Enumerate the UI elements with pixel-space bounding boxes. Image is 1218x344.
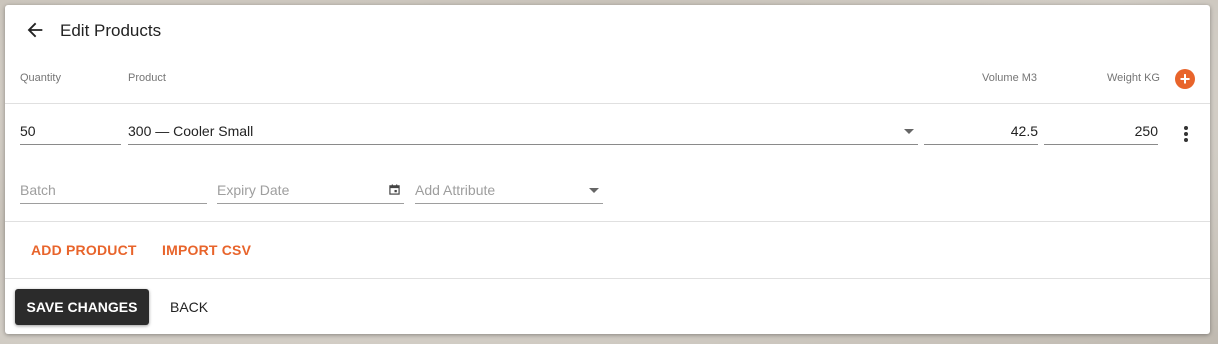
import-csv-button[interactable]: IMPORT CSV [162,242,251,258]
add-row-button[interactable]: + [1175,69,1195,89]
divider [5,103,1210,104]
more-options-icon[interactable] [1181,126,1191,146]
add-product-button[interactable]: ADD PRODUCT [31,242,137,258]
column-header-quantity: Quantity [20,72,61,84]
product-select[interactable]: 300 — Cooler Small [128,120,918,145]
quantity-input[interactable]: 50 [20,120,121,145]
weight-input[interactable]: 250 [1044,120,1158,145]
divider [5,221,1210,222]
edit-products-card: Edit Products Quantity Product Volume M3… [5,5,1210,334]
calendar-icon[interactable] [389,184,400,195]
weight-value: 250 [1134,123,1158,139]
volume-input[interactable]: 42.5 [924,120,1038,145]
back-button[interactable]: BACK [170,299,208,315]
expiry-date-placeholder: Expiry Date [217,182,290,198]
product-value: 300 — Cooler Small [128,123,254,139]
expiry-date-input[interactable]: Expiry Date [217,179,404,204]
column-header-volume: Volume M3 [982,72,1038,84]
chevron-down-icon [904,129,914,134]
arrow-left-icon[interactable] [24,19,46,41]
column-header-weight: Weight KG [1107,72,1160,84]
add-attribute-select[interactable]: Add Attribute [415,179,603,204]
page-title: Edit Products [60,21,162,40]
header: Edit Products [5,5,1210,57]
batch-input[interactable]: Batch [20,179,207,204]
column-header-product: Product [128,72,166,84]
divider [5,278,1210,279]
save-changes-button[interactable]: SAVE CHANGES [15,289,149,325]
chevron-down-icon [589,188,599,193]
batch-placeholder: Batch [20,182,56,198]
add-attribute-placeholder: Add Attribute [415,182,496,198]
volume-value: 42.5 [1010,123,1038,139]
quantity-value: 50 [20,123,36,139]
